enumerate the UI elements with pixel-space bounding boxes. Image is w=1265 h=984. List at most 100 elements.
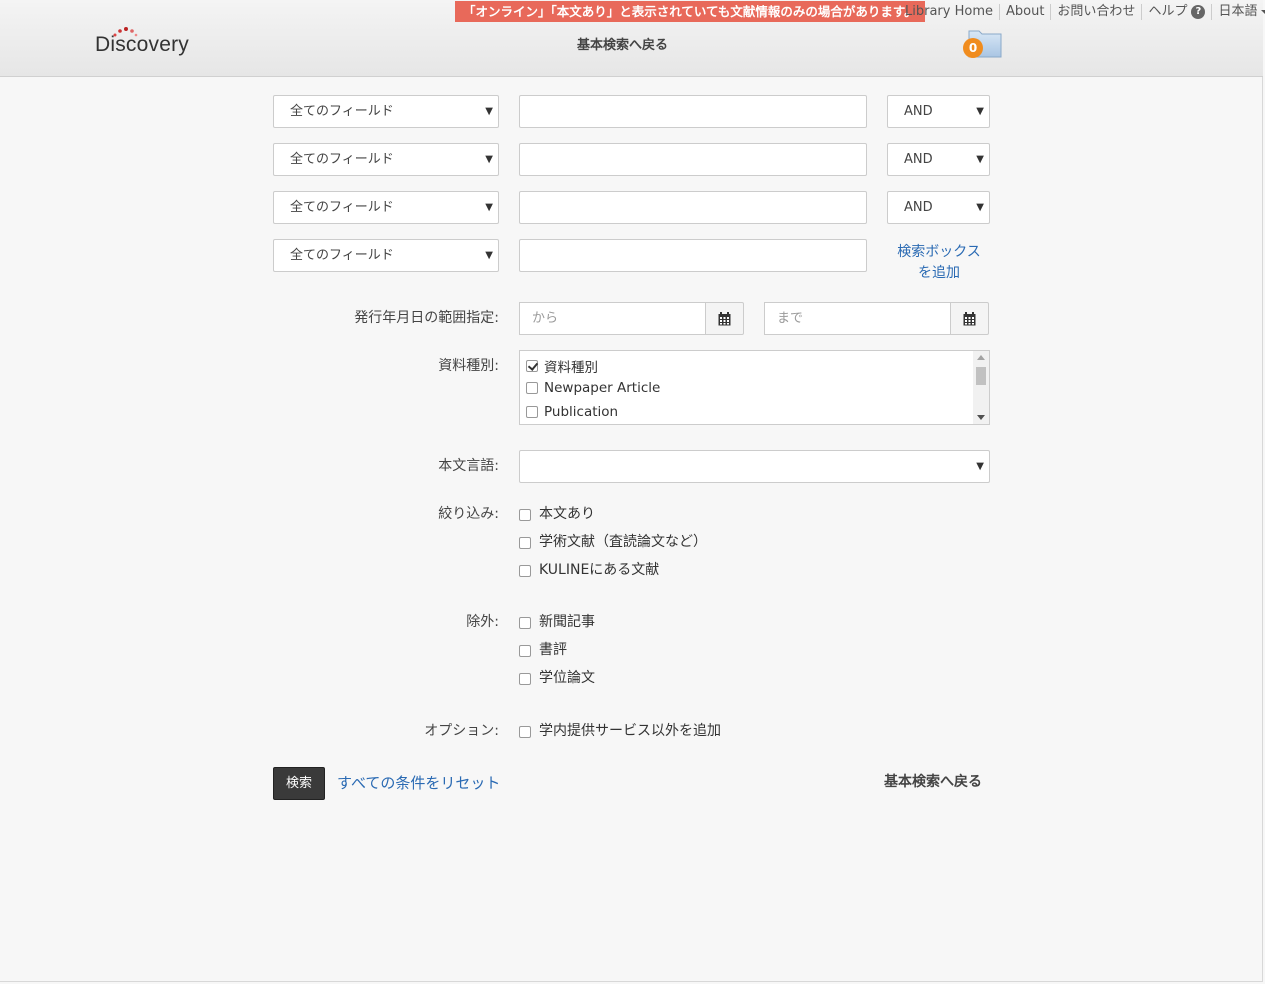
field-select-2[interactable]: 全てのフィールド ▼: [273, 143, 499, 176]
checkbox-label: KULINEにある文献: [539, 562, 660, 578]
material-option[interactable]: Publication: [526, 404, 618, 420]
narrow-fulltext-checkbox[interactable]: 本文あり: [519, 503, 595, 523]
checkbox-icon[interactable]: [519, 537, 531, 549]
scroll-down-icon[interactable]: [977, 415, 985, 420]
language-label: 日本語: [1218, 3, 1258, 19]
date-range-label: 発行年月日の範囲指定:: [354, 310, 499, 326]
folder-count-badge: 0: [963, 38, 983, 58]
calendar-from-button[interactable]: [705, 302, 744, 335]
checkbox-icon[interactable]: [519, 726, 531, 738]
dropdown-arrow-icon: ▼: [976, 202, 984, 213]
checkbox-label: 新聞記事: [539, 614, 595, 630]
search-button[interactable]: 検索: [273, 767, 325, 800]
scroll-thumb[interactable]: [976, 367, 986, 385]
checkbox-label: 学内提供サービス以外を追加: [539, 723, 721, 739]
language-menu[interactable]: 日本語: [1211, 3, 1265, 20]
operator-select-1[interactable]: AND ▼: [887, 95, 990, 128]
field-select-value: 全てのフィールド: [290, 152, 394, 167]
narrow-label: 絞り込み:: [438, 506, 499, 522]
exclude-review-checkbox[interactable]: 書評: [519, 639, 567, 659]
dropdown-arrow-icon: ▼: [485, 250, 493, 261]
material-option[interactable]: Newpaper Article: [526, 380, 660, 396]
exclude-label: 除外:: [466, 614, 499, 630]
top-links: Library Home About お問い合わせ ヘルプ? 日本語: [899, 1, 1265, 22]
calendar-icon: [963, 311, 976, 325]
checkbox-icon[interactable]: [519, 645, 531, 657]
operator-value: AND: [904, 200, 933, 215]
add-search-box-line-2: を追加: [918, 265, 960, 281]
help-icon: ?: [1191, 4, 1206, 19]
option-label: Newpaper Article: [544, 380, 661, 396]
scroll-up-icon[interactable]: [977, 355, 985, 360]
logo-text: Discovery: [95, 33, 189, 56]
add-search-box-line-1: 検索ボックス: [897, 244, 981, 260]
calendar-icon: [718, 311, 731, 325]
dropdown-arrow-icon: ▼: [976, 106, 984, 117]
listbox-scrollbar[interactable]: [973, 351, 989, 424]
library-home-label: Library Home: [905, 3, 993, 19]
notice-banner: 「オンライン」「本文あり」と表示されていても文献情報のみの場合があります。: [455, 1, 925, 22]
contact-link[interactable]: お問い合わせ: [1050, 3, 1141, 20]
checkbox-label: 学術文献（査読論文など）: [539, 534, 707, 550]
operator-select-3[interactable]: AND ▼: [887, 191, 990, 224]
date-from-placeholder: から: [532, 311, 559, 326]
checkbox-icon[interactable]: [526, 382, 538, 394]
date-from-input[interactable]: から: [519, 302, 705, 335]
help-label: ヘルプ: [1148, 3, 1188, 19]
material-option[interactable]: 資料種別: [526, 356, 598, 376]
option-label: 資料種別: [544, 360, 598, 376]
options-label: オプション:: [424, 723, 499, 739]
checkbox-label: 本文あり: [539, 506, 595, 522]
search-input-3[interactable]: [519, 191, 867, 224]
add-search-box-link[interactable]: 検索ボックス を追加: [887, 242, 991, 284]
option-external-checkbox[interactable]: 学内提供サービス以外を追加: [519, 720, 721, 740]
checkbox-icon[interactable]: [519, 509, 531, 521]
search-input-4[interactable]: [519, 239, 867, 272]
dropdown-arrow-icon: ▼: [485, 106, 493, 117]
date-to-input[interactable]: まで: [764, 302, 950, 335]
reset-all-link[interactable]: すべての条件をリセット: [337, 772, 500, 793]
material-type-listbox[interactable]: 資料種別 Newpaper Article Publication: [519, 350, 990, 425]
dropdown-arrow-icon: ▼: [976, 461, 984, 472]
help-link[interactable]: ヘルプ?: [1141, 3, 1211, 20]
field-select-3[interactable]: 全てのフィールド ▼: [273, 191, 499, 224]
field-select-value: 全てのフィールド: [290, 248, 394, 263]
search-input-1[interactable]: [519, 95, 867, 128]
calendar-to-button[interactable]: [950, 302, 989, 335]
material-type-label: 資料種別:: [438, 358, 499, 374]
language-select[interactable]: ▼: [519, 450, 990, 483]
field-select-4[interactable]: 全てのフィールド ▼: [273, 239, 499, 272]
about-label: About: [1005, 3, 1045, 19]
back-to-basic-search-bottom-link[interactable]: 基本検索へ戻る: [884, 771, 982, 791]
library-home-link[interactable]: Library Home: [899, 4, 999, 20]
checkbox-label: 書評: [539, 642, 567, 658]
checkbox-icon[interactable]: [519, 673, 531, 685]
caret-down-icon: [1261, 9, 1265, 14]
language-label: 本文言語:: [438, 458, 499, 474]
checkbox-icon[interactable]: [526, 406, 538, 418]
narrow-scholarly-checkbox[interactable]: 学術文献（査読論文など）: [519, 531, 707, 551]
contact-label: お問い合わせ: [1057, 3, 1136, 19]
exclude-newspaper-checkbox[interactable]: 新聞記事: [519, 611, 595, 631]
dropdown-arrow-icon: ▼: [485, 202, 493, 213]
operator-value: AND: [904, 104, 933, 119]
checkbox-label: 学位論文: [539, 670, 595, 686]
header: Discovery 「オンライン」「本文あり」と表示されていても文献情報のみの場…: [0, 0, 1265, 77]
checkbox-icon[interactable]: [519, 565, 531, 577]
operator-value: AND: [904, 152, 933, 167]
about-link[interactable]: About: [998, 3, 1050, 20]
field-select-value: 全てのフィールド: [290, 200, 394, 215]
field-select-value: 全てのフィールド: [290, 104, 394, 119]
back-to-basic-search-link[interactable]: 基本検索へ戻る: [577, 34, 668, 53]
field-select-1[interactable]: 全てのフィールド ▼: [273, 95, 499, 128]
search-input-2[interactable]: [519, 143, 867, 176]
operator-select-2[interactable]: AND ▼: [887, 143, 990, 176]
dropdown-arrow-icon: ▼: [485, 154, 493, 165]
checkbox-icon[interactable]: [519, 617, 531, 629]
checkbox-checked-icon[interactable]: [526, 360, 538, 372]
option-label: Publication: [544, 404, 619, 420]
exclude-dissertation-checkbox[interactable]: 学位論文: [519, 667, 595, 687]
narrow-kuline-checkbox[interactable]: KULINEにある文献: [519, 559, 659, 579]
date-to-placeholder: まで: [777, 311, 804, 326]
dropdown-arrow-icon: ▼: [976, 154, 984, 165]
